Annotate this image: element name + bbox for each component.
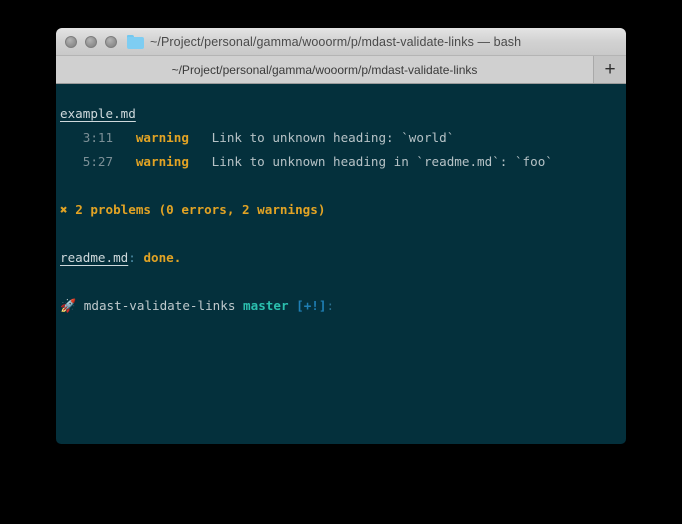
desktop-background: ~/Project/personal/gamma/wooorm/p/mdast-… xyxy=(0,0,682,524)
shell-prompt[interactable]: 🚀 mdast-validate-links master [+!]: xyxy=(56,294,626,319)
prompt-git-branch: master xyxy=(243,298,289,313)
message-position: 5:27 xyxy=(82,154,114,169)
window-controls xyxy=(56,35,117,48)
terminal-window: ~/Project/personal/gamma/wooorm/p/mdast-… xyxy=(56,28,626,444)
close-button[interactable] xyxy=(65,35,77,48)
output-summary: ✖ 2 problems (0 errors, 2 warnings) xyxy=(56,198,626,222)
output-blank-line xyxy=(56,270,626,294)
output-done-line: readme.md: done. xyxy=(56,246,626,270)
tab-bar: ~/Project/personal/gamma/wooorm/p/mdast-… xyxy=(56,56,626,84)
file-heading-text: example.md xyxy=(60,106,136,121)
done-file-name: readme.md xyxy=(60,250,129,265)
title-bar: ~/Project/personal/gamma/wooorm/p/mdast-… xyxy=(56,28,626,56)
summary-text: 2 problems (0 errors, 2 warnings) xyxy=(75,202,326,217)
new-tab-button[interactable]: + xyxy=(593,56,626,83)
rocket-icon: 🚀 xyxy=(60,299,77,314)
message-severity: warning xyxy=(135,154,189,169)
message-text: Link to unknown heading: `world` xyxy=(211,130,455,145)
message-severity: warning xyxy=(135,130,189,145)
zoom-button[interactable] xyxy=(105,35,117,48)
output-message-row: 5:27 warning Link to unknown heading in … xyxy=(56,150,626,174)
tab-active[interactable]: ~/Project/personal/gamma/wooorm/p/mdast-… xyxy=(56,56,593,83)
output-message-row: 3:11 warning Link to unknown heading: `w… xyxy=(56,126,626,150)
prompt-git-flags: [+!] xyxy=(296,298,327,313)
output-blank-line xyxy=(56,174,626,198)
message-position: 3:11 xyxy=(82,130,114,145)
output-file-heading: example.md xyxy=(56,102,626,126)
window-title: ~/Project/personal/gamma/wooorm/p/mdast-… xyxy=(150,34,522,49)
message-text: Link to unknown heading in `readme.md`: … xyxy=(211,154,553,169)
prompt-directory: mdast-validate-links xyxy=(83,298,236,313)
prompt-colon: : xyxy=(326,298,335,313)
summary-icon: ✖ xyxy=(60,202,68,217)
done-status: done. xyxy=(143,250,182,265)
terminal-output[interactable]: example.md 3:11 warning Link to unknown … xyxy=(56,84,626,444)
done-colon: : xyxy=(128,250,136,265)
minimize-button[interactable] xyxy=(85,35,97,48)
output-blank-line xyxy=(56,222,626,246)
folder-icon xyxy=(127,34,144,49)
